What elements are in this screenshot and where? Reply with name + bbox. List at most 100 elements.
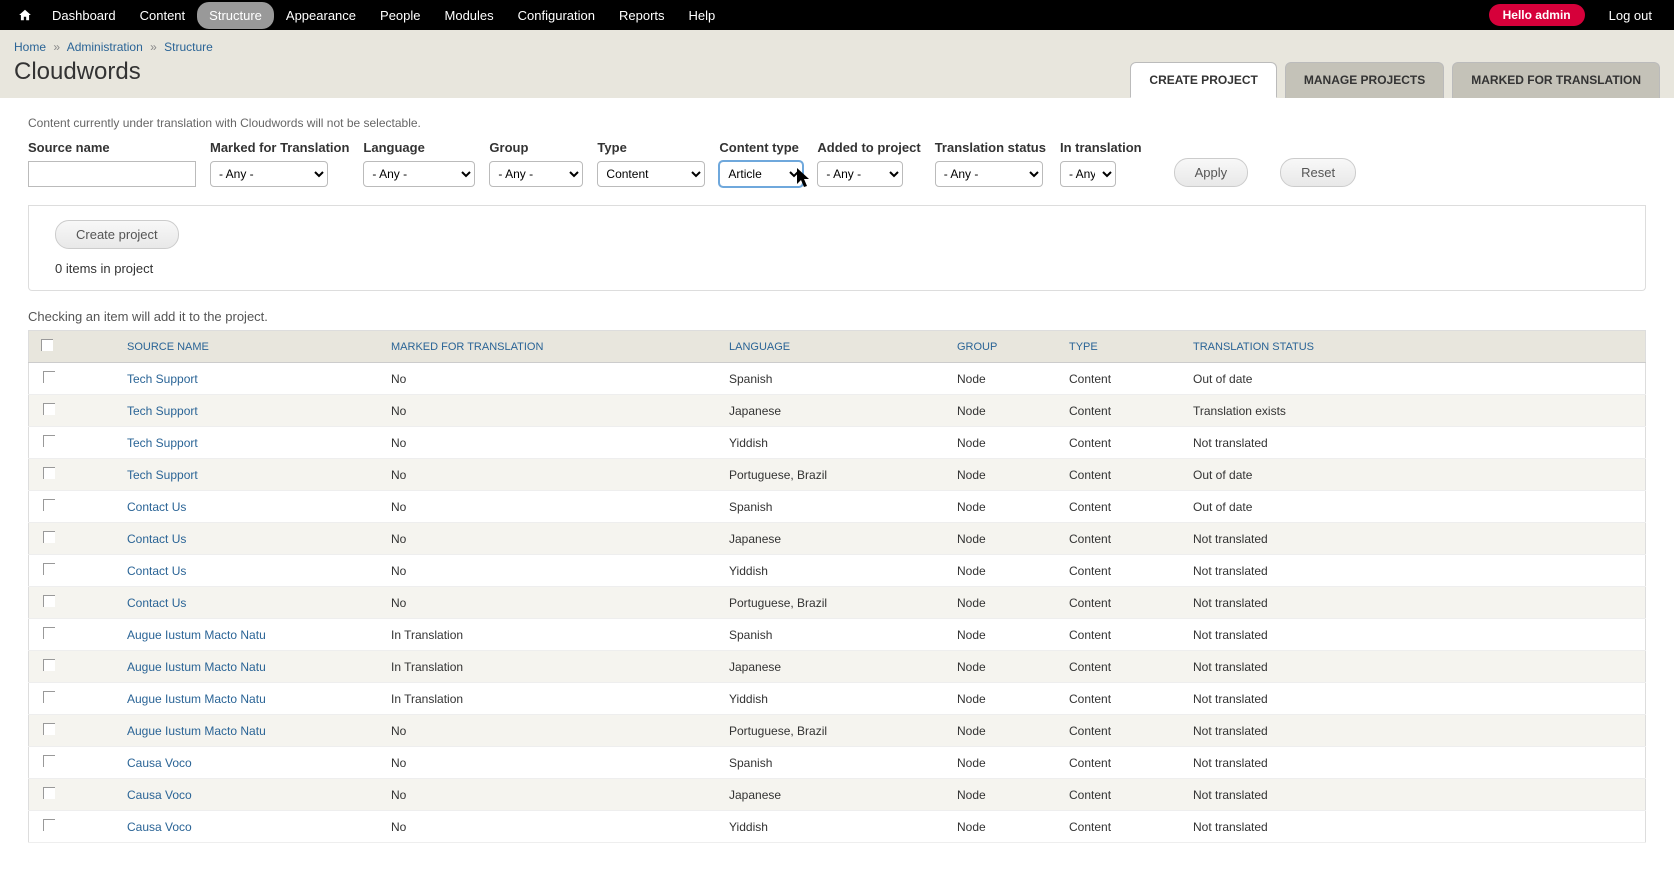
row-checkbox[interactable]: [43, 787, 55, 799]
nav-modules[interactable]: Modules: [433, 2, 506, 29]
filter-source-name-input[interactable]: [28, 161, 196, 187]
filter-content-type-select[interactable]: Article: [719, 161, 803, 187]
source-name-link[interactable]: Causa Voco: [127, 756, 192, 770]
cell-group: Node: [947, 363, 1059, 395]
row-checkbox[interactable]: [43, 531, 55, 543]
cell-type: Content: [1059, 619, 1183, 651]
cell-group: Node: [947, 459, 1059, 491]
cell-type: Content: [1059, 555, 1183, 587]
source-name-link[interactable]: Causa Voco: [127, 820, 192, 834]
col-marked[interactable]: MARKED FOR TRANSLATION: [391, 341, 543, 353]
col-source-name[interactable]: SOURCE NAME: [127, 341, 209, 353]
source-name-link[interactable]: Contact Us: [127, 532, 186, 546]
nav-help[interactable]: Help: [677, 2, 728, 29]
row-checkbox[interactable]: [43, 819, 55, 831]
row-checkbox[interactable]: [43, 499, 55, 511]
cell-marked: In Translation: [381, 683, 719, 715]
row-checkbox[interactable]: [43, 403, 55, 415]
source-name-link[interactable]: Tech Support: [127, 372, 198, 386]
source-name-link[interactable]: Augue Iustum Macto Natu: [127, 692, 266, 706]
filter-marked-select[interactable]: - Any -: [210, 161, 328, 187]
cell-group: Node: [947, 395, 1059, 427]
cell-type: Content: [1059, 811, 1183, 843]
row-checkbox[interactable]: [43, 595, 55, 607]
nav-content[interactable]: Content: [128, 2, 198, 29]
filter-in-translation-select[interactable]: - Any -: [1060, 161, 1116, 187]
filter-group-select[interactable]: - Any -: [489, 161, 583, 187]
breadcrumb-administration[interactable]: Administration: [67, 40, 143, 54]
hello-admin-badge[interactable]: Hello admin: [1489, 4, 1585, 26]
filter-language-select[interactable]: - Any -: [363, 161, 475, 187]
cell-marked: In Translation: [381, 619, 719, 651]
filter-translation-status-select[interactable]: - Any -: [935, 161, 1043, 187]
filter-language-label: Language: [363, 140, 475, 155]
source-name-link[interactable]: Tech Support: [127, 468, 198, 482]
create-project-button[interactable]: Create project: [55, 220, 179, 249]
col-status[interactable]: TRANSLATION STATUS: [1193, 341, 1314, 353]
row-checkbox[interactable]: [43, 435, 55, 447]
cell-marked: No: [381, 587, 719, 619]
cell-status: Out of date: [1183, 491, 1646, 523]
nav-reports[interactable]: Reports: [607, 2, 677, 29]
cell-type: Content: [1059, 427, 1183, 459]
apply-button[interactable]: Apply: [1174, 158, 1249, 187]
source-name-link[interactable]: Tech Support: [127, 436, 198, 450]
nav-dashboard[interactable]: Dashboard: [40, 2, 128, 29]
page-tabs: CREATE PROJECT MANAGE PROJECTS MARKED FO…: [1130, 62, 1660, 98]
col-type[interactable]: TYPE: [1069, 341, 1098, 353]
select-all-checkbox[interactable]: [41, 339, 53, 351]
source-name-link[interactable]: Augue Iustum Macto Natu: [127, 660, 266, 674]
cell-type: Content: [1059, 683, 1183, 715]
items-in-project-count: 0 items in project: [55, 261, 1629, 276]
filter-added-select[interactable]: - Any -: [817, 161, 903, 187]
cell-marked: No: [381, 715, 719, 747]
cell-status: Translation exists: [1183, 395, 1646, 427]
cell-language: Japanese: [719, 395, 947, 427]
col-group[interactable]: GROUP: [957, 341, 997, 353]
cell-type: Content: [1059, 395, 1183, 427]
source-name-link[interactable]: Contact Us: [127, 500, 186, 514]
tab-create-project[interactable]: CREATE PROJECT: [1130, 62, 1276, 98]
row-checkbox[interactable]: [43, 371, 55, 383]
nav-people[interactable]: People: [368, 2, 432, 29]
table-row: Causa VocoNoYiddishNodeContentNot transl…: [29, 811, 1646, 843]
source-name-link[interactable]: Augue Iustum Macto Natu: [127, 628, 266, 642]
cell-group: Node: [947, 747, 1059, 779]
table-row: Contact UsNoSpanishNodeContentOut of dat…: [29, 491, 1646, 523]
row-checkbox[interactable]: [43, 627, 55, 639]
cell-language: Yiddish: [719, 427, 947, 459]
tab-marked-for-translation[interactable]: MARKED FOR TRANSLATION: [1452, 62, 1660, 98]
nav-appearance[interactable]: Appearance: [274, 2, 368, 29]
reset-button[interactable]: Reset: [1280, 158, 1356, 187]
cell-status: Not translated: [1183, 683, 1646, 715]
logout-link[interactable]: Log out: [1597, 2, 1664, 29]
row-checkbox[interactable]: [43, 723, 55, 735]
filter-type-select[interactable]: Content: [597, 161, 705, 187]
tab-manage-projects[interactable]: MANAGE PROJECTS: [1285, 62, 1444, 98]
col-language[interactable]: LANGUAGE: [729, 341, 790, 353]
table-row: Augue Iustum Macto NatuIn TranslationSpa…: [29, 619, 1646, 651]
nav-structure[interactable]: Structure: [197, 2, 274, 29]
source-name-link[interactable]: Contact Us: [127, 564, 186, 578]
breadcrumb-structure[interactable]: Structure: [164, 40, 213, 54]
cell-type: Content: [1059, 715, 1183, 747]
nav-configuration[interactable]: Configuration: [506, 2, 607, 29]
cell-group: Node: [947, 651, 1059, 683]
source-name-link[interactable]: Tech Support: [127, 404, 198, 418]
table-row: Contact UsNoYiddishNodeContentNot transl…: [29, 555, 1646, 587]
cell-group: Node: [947, 811, 1059, 843]
row-checkbox[interactable]: [43, 659, 55, 671]
row-checkbox[interactable]: [43, 467, 55, 479]
breadcrumb-sep: »: [53, 40, 60, 54]
source-name-link[interactable]: Contact Us: [127, 596, 186, 610]
source-name-link[interactable]: Causa Voco: [127, 788, 192, 802]
filter-content-type-label: Content type: [719, 140, 803, 155]
home-icon[interactable]: [10, 2, 40, 28]
row-checkbox[interactable]: [43, 755, 55, 767]
breadcrumb-home[interactable]: Home: [14, 40, 46, 54]
source-name-link[interactable]: Augue Iustum Macto Natu: [127, 724, 266, 738]
project-box: Create project 0 items in project: [28, 206, 1646, 291]
row-checkbox[interactable]: [43, 563, 55, 575]
row-checkbox[interactable]: [43, 691, 55, 703]
cell-status: Not translated: [1183, 651, 1646, 683]
